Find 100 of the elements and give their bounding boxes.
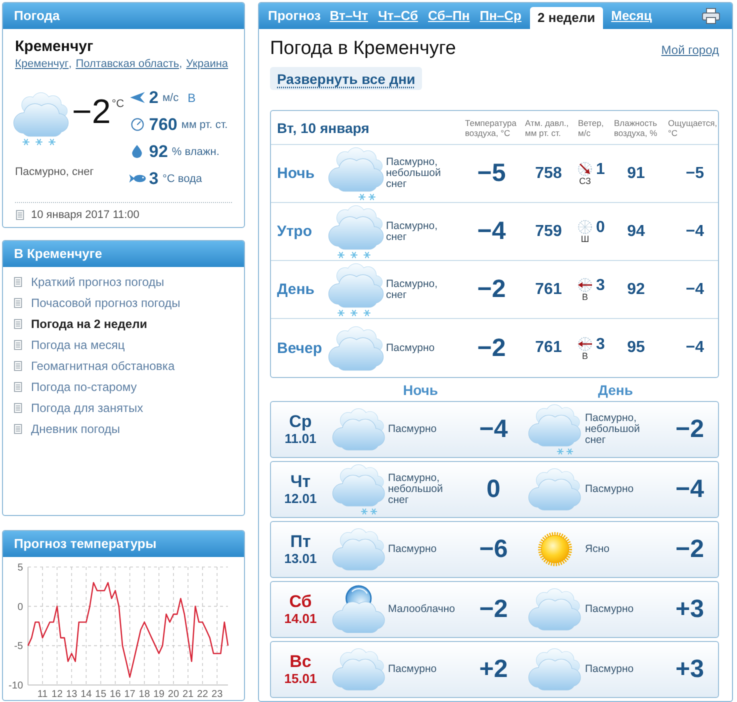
document-icon xyxy=(14,424,22,434)
period-label: Ночь xyxy=(276,165,316,182)
menu-link[interactable]: Погода для занятых xyxy=(31,400,144,414)
pressure-value: 761 xyxy=(534,339,563,357)
menu-link[interactable]: Погода на месяц xyxy=(31,338,125,352)
day-card[interactable]: Пт 13.01 Пасмурно −6 Ясно −2 xyxy=(270,521,719,578)
tab-bar-label: Прогноз xyxy=(268,7,321,25)
pressure-value: 758 xyxy=(534,164,563,182)
menu-link[interactable]: Дневник погоды xyxy=(31,422,120,436)
wind-direction: СЗ xyxy=(579,177,591,186)
weather-description: Пасмурно xyxy=(585,664,635,675)
menu-link[interactable]: Геомагнитная обстановка xyxy=(31,358,175,372)
humidity-value: 92 xyxy=(149,142,168,162)
document-icon xyxy=(14,402,22,412)
water-unit: °C вода xyxy=(162,172,202,184)
column-heading: День xyxy=(597,382,634,398)
weather-description: Пасмурно, небольшой снег xyxy=(386,157,442,190)
location-link[interactable]: Кременчуг xyxy=(15,57,69,71)
cloud-snow-icon xyxy=(528,404,582,456)
weather-description: Пасмурно xyxy=(585,484,635,495)
weather-description: Пасмурно xyxy=(585,604,635,615)
axis-tick-label: 18 xyxy=(138,689,150,699)
feels-like-value: −5 xyxy=(684,164,705,182)
printer-icon[interactable] xyxy=(702,8,720,24)
humidity-unit: % влажн. xyxy=(172,146,220,158)
wind-compass-icon xyxy=(577,161,593,177)
cloud-snow-icon xyxy=(332,464,386,516)
temperature-value: −4 xyxy=(478,415,509,444)
tab[interactable]: Сб–Пн xyxy=(423,3,475,29)
temperature-value: −2 xyxy=(476,275,507,304)
gauge-icon xyxy=(130,118,144,131)
sun-icon xyxy=(538,532,572,567)
weather-description: Пасмурно xyxy=(386,342,436,354)
pressure-value: 760 xyxy=(149,114,178,134)
tab[interactable]: Пн–Ср xyxy=(474,3,526,29)
temperature-unit: °C xyxy=(112,98,124,110)
humidity-value: 95 xyxy=(626,339,646,357)
wind-direction: Ш xyxy=(580,235,590,244)
wind-compass-icon xyxy=(577,219,593,235)
day-date: 14.01 xyxy=(284,611,317,626)
weather-description: Пасмурно, снег xyxy=(386,278,439,300)
period-label: День xyxy=(276,281,316,298)
weather-description: Ясно xyxy=(585,544,610,555)
temperature-value: 0 xyxy=(486,475,502,504)
menu-link[interactable]: Погода на 2 недели xyxy=(31,316,148,330)
axis-tick-label: 0 xyxy=(17,602,23,613)
comma-text: , xyxy=(179,57,182,71)
weather-description: Пасмурно xyxy=(388,544,438,555)
axis-tick-label: -10 xyxy=(8,680,23,692)
column-heading: Ночь xyxy=(402,382,440,398)
day-card[interactable]: Вс 15.01 Пасмурно +2 Пасмурно +3 xyxy=(270,641,719,698)
cloud-icon xyxy=(528,468,582,511)
tab[interactable]: Месяц xyxy=(606,3,657,29)
expand-all-button[interactable]: Развернуть все дни xyxy=(270,67,422,90)
axis-tick-label: 23 xyxy=(212,689,223,699)
panel-header: В Кременчуге xyxy=(3,241,244,267)
temperature-value: −5 xyxy=(476,159,507,188)
tab[interactable]: 2 недели xyxy=(530,7,604,29)
my-city-link[interactable]: Мой город xyxy=(661,43,719,57)
cloud-icon xyxy=(332,408,386,451)
document-icon xyxy=(14,318,22,328)
axis-tick-label: 19 xyxy=(153,689,164,699)
temperature-value: −4 xyxy=(674,475,705,504)
period-label: Вечер xyxy=(276,340,324,356)
weekday: Чт xyxy=(290,473,311,491)
temperature-value: −2 xyxy=(674,535,705,564)
location-link[interactable]: Полтавская область xyxy=(76,57,180,71)
menu-link[interactable]: Почасовой прогноз погоды xyxy=(31,296,180,310)
wind-direction: В xyxy=(582,293,588,302)
day-card[interactable]: Ср 11.01 Пасмурно −4 Пасмурно, небольшой снег −2 xyxy=(270,401,719,458)
weekday: Пт xyxy=(290,533,311,551)
update-time: 10 января 2017 11:00 xyxy=(31,208,140,222)
day-date: 12.01 xyxy=(284,491,317,506)
period-label: Утро xyxy=(276,223,314,240)
axis-tick-label: 17 xyxy=(124,689,136,699)
panel-header: Прогноз температуры xyxy=(3,531,244,557)
wind-direction: В xyxy=(582,352,588,360)
comma-text: , xyxy=(68,57,72,71)
page-title: Погода в Кременчуге xyxy=(270,38,456,60)
day-card[interactable]: Чт 12.01 Пасмурно, небольшой снег 0 Пасмурно −4 xyxy=(270,461,719,518)
temperature-value: −2 xyxy=(478,595,509,624)
day-card[interactable]: Сб 14.01 Малооблачно −2 Пасмурно +3 xyxy=(270,581,719,638)
cloud-snow-icon xyxy=(13,92,69,146)
tab[interactable]: Чт–Сб xyxy=(373,3,424,29)
temperature-value: +3 xyxy=(674,595,705,624)
wind-speed: 3 xyxy=(596,336,605,354)
column-header: Температура воздуха, °C xyxy=(464,118,518,138)
column-header: Влажность воздуха, % xyxy=(613,118,658,138)
wind-speed: 2 xyxy=(149,88,158,108)
location-link[interactable]: Украина xyxy=(186,57,228,71)
weather-description: Пасмурно, небольшой снег xyxy=(585,413,641,446)
temperature-value: −4 xyxy=(476,217,507,246)
menu-link[interactable]: Погода по-старому xyxy=(31,380,137,394)
weekday: Вс xyxy=(290,653,312,671)
cloud-snow-icon xyxy=(328,146,384,200)
axis-tick-label: 20 xyxy=(168,689,180,699)
document-icon xyxy=(16,210,24,220)
tab[interactable]: Вт–Чт xyxy=(324,3,374,29)
wind-unit: м/с xyxy=(162,92,179,104)
menu-link[interactable]: Краткий прогноз погоды xyxy=(31,274,164,288)
